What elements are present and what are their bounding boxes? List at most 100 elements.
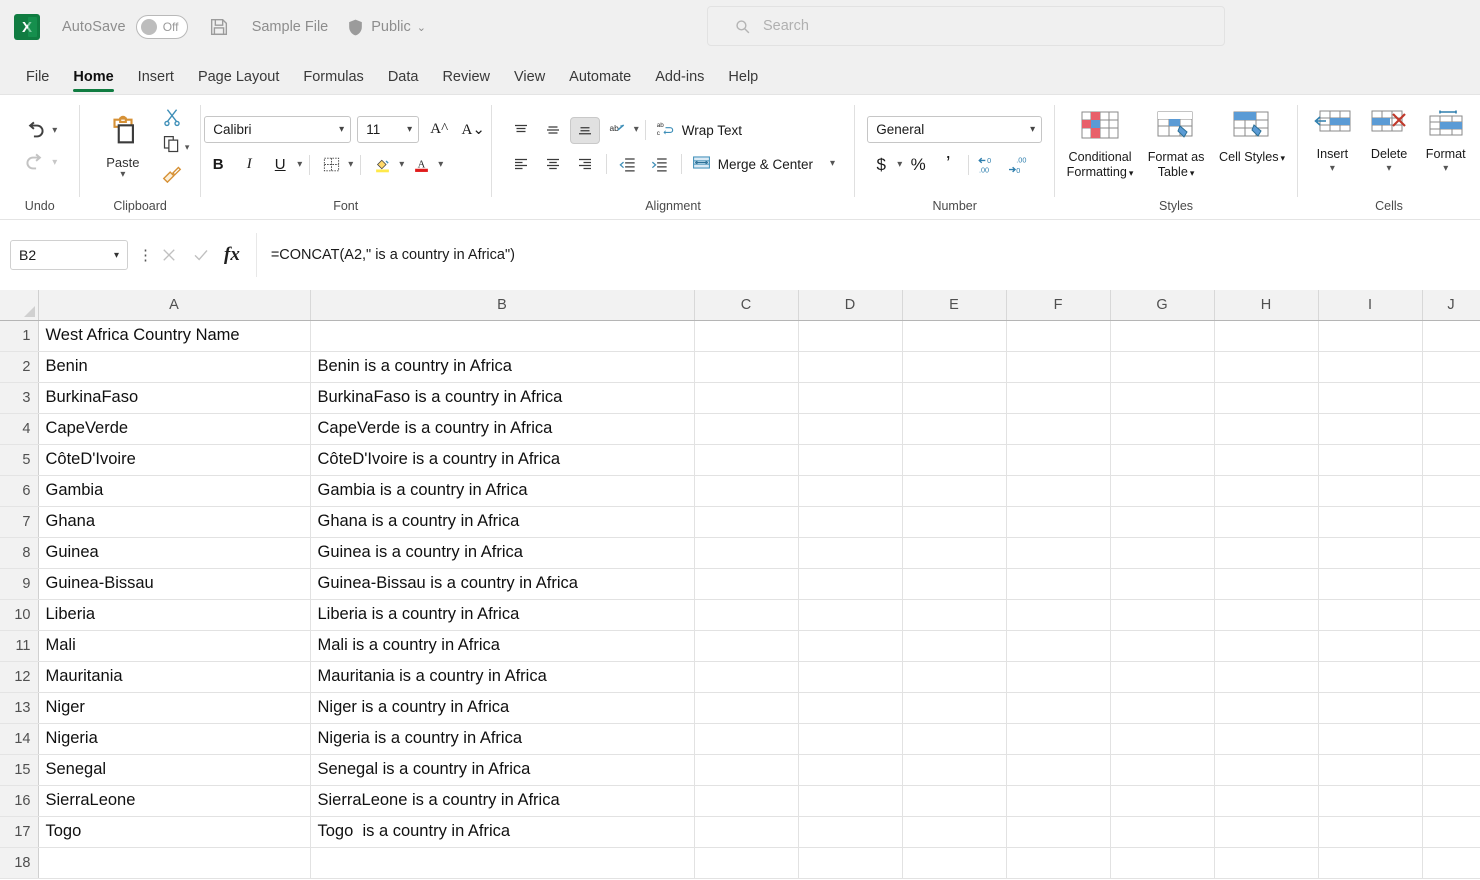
cell-G3[interactable] [1110, 382, 1215, 414]
cell-B1[interactable] [310, 320, 695, 352]
font-color-icon[interactable]: A [407, 151, 435, 178]
cell-B4[interactable]: CapeVerde is a country in Africa [310, 413, 695, 445]
row-header-2[interactable]: 2 [0, 351, 39, 383]
undo-icon[interactable] [22, 118, 48, 144]
column-header-i[interactable]: I [1318, 290, 1423, 321]
cell-J3[interactable] [1422, 382, 1480, 414]
cell-G1[interactable] [1110, 320, 1215, 352]
underline-dropdown-icon[interactable]: ▾ [297, 159, 302, 170]
conditional-formatting-button[interactable]: Conditional Formatting ▾ [1063, 107, 1137, 181]
cell-B11[interactable]: Mali is a country in Africa [310, 630, 695, 662]
cell-A16[interactable]: SierraLeone [38, 785, 311, 817]
cell-E9[interactable] [902, 568, 1007, 600]
percent-format-button[interactable]: % [904, 151, 932, 178]
cell-B9[interactable]: Guinea-Bissau is a country in Africa [310, 568, 695, 600]
column-header-d[interactable]: D [798, 290, 903, 321]
cell-H1[interactable] [1214, 320, 1319, 352]
cell-B12[interactable]: Mauritania is a country in Africa [310, 661, 695, 693]
cell-G11[interactable] [1110, 630, 1215, 662]
cell-H17[interactable] [1214, 816, 1319, 848]
cell-A14[interactable]: Nigeria [38, 723, 311, 755]
cell-G14[interactable] [1110, 723, 1215, 755]
merge-center-button[interactable]: Merge & Center ▾ [688, 151, 835, 178]
cell-A11[interactable]: Mali [38, 630, 311, 662]
cell-F16[interactable] [1006, 785, 1111, 817]
align-top-icon[interactable] [506, 117, 536, 144]
copy-dropdown-icon[interactable]: ▾ [185, 142, 190, 153]
name-box[interactable]: B2 ▾ [10, 240, 128, 270]
cell-J10[interactable] [1422, 599, 1480, 631]
format-painter-icon[interactable] [161, 162, 183, 189]
cell-F10[interactable] [1006, 599, 1111, 631]
cell-E6[interactable] [902, 475, 1007, 507]
cell-D17[interactable] [798, 816, 903, 848]
cell-G6[interactable] [1110, 475, 1215, 507]
cell-D13[interactable] [798, 692, 903, 724]
cell-C4[interactable] [694, 413, 799, 445]
column-header-c[interactable]: C [694, 290, 799, 321]
row-header-10[interactable]: 10 [0, 599, 39, 631]
cell-H14[interactable] [1214, 723, 1319, 755]
cell-D14[interactable] [798, 723, 903, 755]
cell-I18[interactable] [1318, 847, 1423, 879]
cell-G9[interactable] [1110, 568, 1215, 600]
cell-J11[interactable] [1422, 630, 1480, 662]
cell-F8[interactable] [1006, 537, 1111, 569]
cell-B15[interactable]: Senegal is a country in Africa [310, 754, 695, 786]
cell-F11[interactable] [1006, 630, 1111, 662]
wrap-text-button[interactable]: ab c Wrap Text [652, 117, 742, 144]
cell-C7[interactable] [694, 506, 799, 538]
cell-G2[interactable] [1110, 351, 1215, 383]
tab-page-layout[interactable]: Page Layout [186, 69, 291, 94]
cell-A15[interactable]: Senegal [38, 754, 311, 786]
cell-G17[interactable] [1110, 816, 1215, 848]
cell-J1[interactable] [1422, 320, 1480, 352]
cell-H13[interactable] [1214, 692, 1319, 724]
cell-F17[interactable] [1006, 816, 1111, 848]
tab-view[interactable]: View [502, 69, 557, 94]
cell-F14[interactable] [1006, 723, 1111, 755]
cell-F18[interactable] [1006, 847, 1111, 879]
cell-F1[interactable] [1006, 320, 1111, 352]
format-as-table-button[interactable]: Format as Table ▾ [1139, 107, 1213, 181]
cell-B16[interactable]: SierraLeone is a country in Africa [310, 785, 695, 817]
cell-G15[interactable] [1110, 754, 1215, 786]
cell-D5[interactable] [798, 444, 903, 476]
column-header-e[interactable]: E [902, 290, 1007, 321]
undo-dropdown-icon[interactable]: ▾ [52, 126, 57, 136]
cell-J12[interactable] [1422, 661, 1480, 693]
cell-A10[interactable]: Liberia [38, 599, 311, 631]
cell-D4[interactable] [798, 413, 903, 445]
currency-dropdown-icon[interactable]: ▾ [897, 159, 902, 170]
cell-J14[interactable] [1422, 723, 1480, 755]
tab-file[interactable]: File [14, 69, 61, 94]
cell-D15[interactable] [798, 754, 903, 786]
cell-G18[interactable] [1110, 847, 1215, 879]
increase-decimal-icon[interactable]: 0 .00 [975, 151, 1003, 178]
cell-D12[interactable] [798, 661, 903, 693]
column-header-a[interactable]: A [38, 290, 311, 321]
cell-E13[interactable] [902, 692, 1007, 724]
cell-J17[interactable] [1422, 816, 1480, 848]
cell-I6[interactable] [1318, 475, 1423, 507]
confirm-formula-icon[interactable] [192, 246, 210, 264]
search-input[interactable]: Search [707, 6, 1225, 46]
cell-B14[interactable]: Nigeria is a country in Africa [310, 723, 695, 755]
borders-dropdown-icon[interactable]: ▾ [348, 159, 353, 170]
cell-D11[interactable] [798, 630, 903, 662]
tab-data[interactable]: Data [376, 69, 431, 94]
cell-C6[interactable] [694, 475, 799, 507]
cell-I12[interactable] [1318, 661, 1423, 693]
align-right-icon[interactable] [570, 151, 600, 178]
comma-style-button[interactable]: ’ [934, 151, 962, 178]
cell-B13[interactable]: Niger is a country in Africa [310, 692, 695, 724]
cell-A5[interactable]: CôteD'Ivoire [38, 444, 311, 476]
row-header-17[interactable]: 17 [0, 816, 39, 848]
fill-color-icon[interactable] [368, 151, 396, 178]
merge-center-dropdown-icon[interactable]: ▾ [830, 159, 835, 169]
cell-J7[interactable] [1422, 506, 1480, 538]
align-center-icon[interactable] [538, 151, 568, 178]
column-header-b[interactable]: B [310, 290, 695, 321]
row-header-12[interactable]: 12 [0, 661, 39, 693]
cell-E14[interactable] [902, 723, 1007, 755]
